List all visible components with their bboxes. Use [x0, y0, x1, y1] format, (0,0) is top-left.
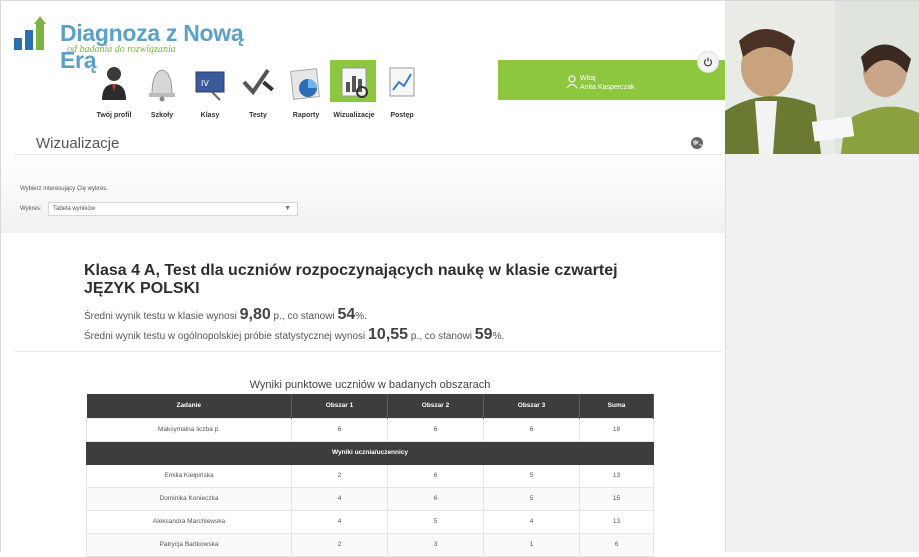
progress-line-icon	[389, 67, 415, 97]
table-cell: 6	[291, 417, 388, 442]
max-points-row: Maksymalna liczba p. 6 6 6 18	[86, 417, 654, 442]
student-name: Aleksandra Marchlewska	[86, 509, 292, 534]
user-info[interactable]: Witaj Anita Kasperczak	[566, 74, 635, 92]
user-name: Anita Kasperczak	[580, 84, 635, 91]
table-cell: 13	[579, 509, 654, 534]
user-profile-icon	[102, 67, 126, 100]
column-header: Obszar 1	[291, 394, 388, 418]
column-header: Zadanie	[86, 394, 292, 418]
logo-bars-icon	[14, 16, 46, 50]
table-title: Wyniki punktowe uczniów w badanych obsza…	[249, 379, 491, 391]
group-header-row: Wyniki ucznia/uczennicy	[86, 440, 654, 465]
page-title: Wizualizacje	[36, 135, 120, 152]
table-cell: 1	[483, 532, 580, 557]
results-table: Zadanie Obszar 1 Obszar 2 Obszar 3 Suma …	[86, 394, 654, 557]
table-cell: 2	[291, 463, 388, 488]
table-cell: 4	[483, 509, 580, 534]
filter-hint: Wybierz interesujący Cię wykres.	[20, 186, 108, 192]
table-cell: 4	[291, 486, 388, 511]
app-logo[interactable]: Diagnoza z Nową Erą od badania do rozwią…	[12, 16, 252, 73]
table-cell: 5	[483, 486, 580, 511]
student-name: Patrycja Bartkowska	[86, 532, 292, 557]
class-board-icon: IV	[195, 71, 225, 101]
table-cell: 18	[579, 417, 654, 442]
school-bell-icon	[149, 69, 175, 102]
header-photo	[725, 1, 919, 154]
table-cell: 5	[387, 509, 484, 534]
svg-text:IV: IV	[201, 79, 209, 88]
chevron-down-icon: ▼	[284, 205, 291, 212]
power-icon	[703, 57, 713, 67]
class-avg-percent: 54	[337, 306, 356, 323]
table-cell: Maksymalna liczba p.	[86, 417, 292, 442]
report-pie-icon	[290, 68, 320, 100]
nav-label-progress: Postęp	[390, 112, 414, 119]
national-avg-prefix: Średni wynik testu w ogólnopolskiej prób…	[84, 331, 369, 342]
test-check-icon	[242, 68, 274, 96]
class-avg-mid: p., co stanowi	[270, 311, 338, 322]
national-avg-mid: p., co stanowi	[408, 331, 475, 342]
table-cell: 4	[291, 509, 388, 534]
column-header: Obszar 2	[387, 394, 484, 418]
globe-icon[interactable]	[690, 136, 704, 150]
table-row: Emilia Kiełpińska 2 6 5 13	[86, 463, 654, 488]
national-average-line: Średni wynik testu w ogólnopolskiej prób…	[84, 326, 504, 344]
chart-type-select[interactable]: Tabela wyników ▼	[48, 202, 298, 216]
table-row: Dominika Konieczka 4 6 5 15	[86, 486, 654, 511]
student-name: Dominika Konieczka	[86, 486, 292, 511]
table-cell: 2	[291, 532, 388, 557]
class-avg-prefix: Średni wynik testu w klasie wynosi	[84, 311, 240, 322]
national-avg-suffix: %.	[492, 331, 505, 342]
table-cell: 5	[483, 463, 580, 488]
table-header-row: Zadanie Obszar 1 Obszar 2 Obszar 3 Suma	[86, 394, 654, 418]
table-row: Aleksandra Marchlewska 4 5 4 13	[86, 509, 654, 534]
national-avg-value: 10,55	[368, 326, 409, 343]
chart-type-selected: Tabela wyników	[53, 206, 96, 212]
table-cell: 6	[387, 463, 484, 488]
table-cell: 13	[579, 463, 654, 488]
class-avg-value: 9,80	[239, 306, 271, 323]
student-name: Emilia Kiełpińska	[86, 463, 292, 488]
logout-button[interactable]	[697, 51, 719, 73]
table-cell: 3	[387, 532, 484, 557]
national-avg-percent: 59	[474, 326, 493, 343]
divider	[14, 351, 722, 352]
table-cell: 6	[387, 486, 484, 511]
class-average-line: Średni wynik testu w klasie wynosi 9,80 …	[84, 306, 367, 324]
report-heading: Klasa 4 A, Test dla uczniów rozpoczynają…	[84, 262, 618, 297]
visualization-chart-icon	[341, 67, 368, 98]
user-icon	[566, 75, 578, 89]
logo-subtitle: od badania do rozwiązania	[67, 44, 176, 55]
filter-panel	[1, 155, 725, 233]
table-row: Patrycja Bartkowska 2 3 1 6	[86, 532, 654, 557]
chart-select-label: Wykres:	[20, 206, 42, 212]
table-cell: 6	[579, 532, 654, 557]
group-label: Wyniki ucznia/uczennicy	[86, 440, 654, 465]
class-avg-suffix: %.	[355, 311, 367, 322]
nav-item-progress[interactable]: Postęp	[378, 62, 426, 122]
table-cell: 6	[483, 417, 580, 442]
table-cell: 15	[579, 486, 654, 511]
column-header: Suma	[579, 394, 654, 418]
user-greeting: Witaj	[580, 75, 596, 82]
column-header: Obszar 3	[483, 394, 580, 418]
table-cell: 6	[387, 417, 484, 442]
